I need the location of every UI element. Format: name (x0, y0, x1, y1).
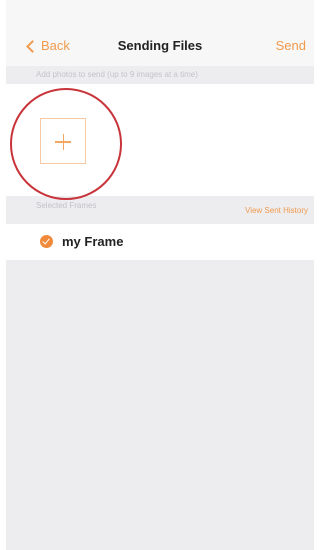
frames-section-label: Selected Frames (36, 201, 97, 210)
view-sent-history-link[interactable]: View Sent History (245, 206, 308, 215)
sending-files-screen: Back Sending Files Send Add photos to se… (6, 0, 314, 550)
send-button[interactable]: Send (276, 38, 306, 53)
frames-section-header: Selected Frames View Sent History (6, 196, 314, 224)
add-photos-hint: Add photos to send (up to 9 images at a … (6, 66, 314, 84)
frame-name: my Frame (62, 234, 124, 249)
photo-selection-area (6, 84, 314, 196)
page-title: Sending Files (117, 38, 203, 53)
navigation-bar: Back Sending Files Send (6, 0, 314, 66)
frame-list-item[interactable]: my Frame (6, 224, 314, 260)
add-photo-button[interactable] (40, 118, 86, 164)
checkmark-circle-icon[interactable] (40, 235, 53, 248)
